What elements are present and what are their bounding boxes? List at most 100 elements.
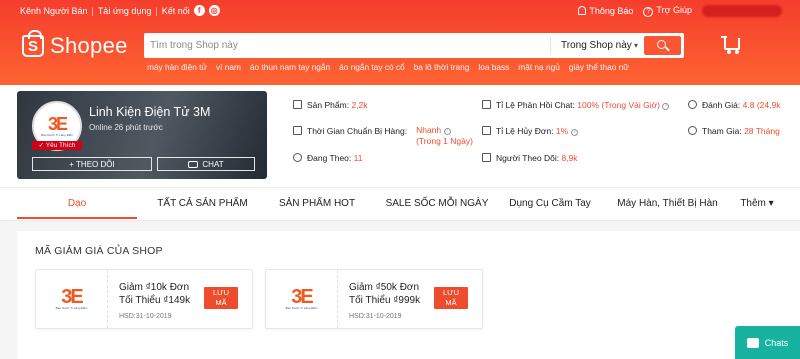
shopping-bag-icon: S — [22, 30, 44, 57]
search-button[interactable] — [644, 36, 681, 55]
save-voucher-label: MÃ — [215, 298, 227, 307]
voucher-expiry: HSD:31-10-2019 — [119, 313, 172, 320]
info-icon[interactable]: ? — [443, 128, 451, 135]
favorite-badge: ✓ Yêu Thích — [32, 141, 82, 150]
chats-widget[interactable]: Chats — [735, 326, 800, 359]
chat-label: CHAT — [202, 159, 224, 169]
info-icon[interactable]: ? — [570, 129, 578, 136]
voucher-minimum: Tối Thiểu ₫149k — [119, 295, 191, 306]
save-voucher-button[interactable]: LƯU MÃ — [204, 287, 238, 309]
stat-value: 100% (Trong Vài Giờ) — [577, 100, 661, 110]
help-link[interactable]: ? Trợ Giúp — [643, 5, 692, 17]
shopee-logo[interactable]: S Shopee — [22, 30, 128, 59]
stat-rating: Đánh Giá: 4.8 (24,9k — [688, 100, 780, 110]
keyword-link[interactable]: loa bass — [478, 62, 509, 72]
instagram-icon[interactable]: ◎ — [208, 5, 220, 16]
follow-label: + THEO DÕI — [69, 159, 115, 169]
shop-info: 3E Bao Nước Tì Lăng Điền ✓ Yêu Thích Lin… — [0, 85, 800, 187]
voucher-discount: Giảm ₫50k Đơn — [349, 282, 420, 293]
help-label: Trợ Giúp — [656, 5, 692, 15]
separator: | — [91, 5, 94, 16]
keyword-link[interactable]: ba lô thời trang — [414, 62, 470, 72]
info-icon[interactable]: ? — [662, 103, 670, 110]
voucher-section: MÃ GIẢM GIÁ CỦA SHOP 3E Bao Nước Tì Lăng… — [17, 231, 800, 359]
stat-value: 2,2k — [351, 100, 368, 110]
stat-products: Sản Phẩm: 2,2k — [293, 100, 368, 110]
voucher-logo: 3E Bao Nước Tì Lăng Điền — [36, 270, 108, 328]
save-voucher-label: MÃ — [445, 298, 457, 307]
shop-logo-subtext: Bao Nước Tì Lăng Điền — [41, 132, 73, 137]
top-bar: Kênh Người Bán | Tải ứng dụng | Kết nối … — [0, 0, 800, 22]
keyword-link[interactable]: mặt nạ ngủ — [518, 62, 560, 72]
notifications-link[interactable]: Thông Báo — [578, 6, 633, 16]
logo-text: Shopee — [50, 33, 128, 58]
keyword-link[interactable]: máy hàn điện tử — [147, 62, 207, 72]
stat-label: Thời Gian Chuẩn Bị Hàng: — [307, 126, 408, 136]
search-scope-label: Trong Shop này — [561, 40, 632, 51]
facebook-icon[interactable]: f — [193, 5, 205, 16]
chat-icon — [482, 100, 491, 109]
follow-button[interactable]: + THEO DÕI — [32, 157, 152, 171]
chats-label: Chats — [764, 337, 789, 348]
tab-more[interactable]: Thêm ▾ — [732, 188, 782, 219]
connect-label: Kết nối — [161, 5, 190, 16]
shop-nav: Dạo TẤT CẢ SẢN PHẨM SẢN PHẨM HOT SALE SỐ… — [0, 187, 800, 220]
save-voucher-button[interactable]: LƯU MÃ — [434, 287, 468, 309]
tab-welding[interactable]: Máy Hàn, Thiết Bị Hàn — [605, 188, 730, 219]
stat-value: 8,9k — [561, 153, 578, 163]
download-app-link[interactable]: Tải ứng dụng — [98, 6, 152, 16]
keyword-link[interactable]: áo thun nam tay ngắn — [250, 62, 330, 72]
tab-daily-sale[interactable]: SALE SỐC MỖI NGÀY — [372, 188, 502, 219]
followers-icon — [482, 153, 491, 162]
chevron-down-icon: ▾ — [633, 41, 638, 50]
voucher-text: Giảm ₫10k Đơn Tối Thiểu ₫149k — [119, 281, 214, 307]
tab-hand-tools[interactable]: Dụng Cụ Cầm Tay — [500, 188, 600, 219]
search-scope-select[interactable]: Trong Shop này ▾ — [550, 37, 644, 54]
seller-center-link[interactable]: Kênh Người Bán — [20, 6, 87, 16]
stat-label: Sản Phẩm: — [307, 100, 350, 110]
voucher-text: Giảm ₫50k Đơn Tối Thiểu ₫999k — [349, 281, 444, 307]
shop-name: Linh Kiện Điện Tử 3M — [89, 105, 211, 119]
shop-logo-subtext: Bao Nước Tì Lăng Điền — [55, 305, 88, 310]
stat-cancel-rate: Tỉ Lệ Hủy Đơn: 1% ? — [482, 126, 578, 136]
keyword-link[interactable]: ví nam — [216, 62, 241, 72]
chat-icon — [188, 160, 199, 168]
save-voucher-label: LƯU — [443, 288, 459, 297]
stat-label: Đang Theo: — [307, 153, 352, 163]
stat-label: Tham Gia: — [702, 126, 742, 136]
save-voucher-label: LƯU — [213, 288, 229, 297]
search-icon — [657, 40, 666, 49]
cart-icon[interactable] — [721, 36, 740, 54]
stat-value: Nhanh — [416, 125, 442, 135]
keyword-link[interactable]: áo ngắn tay có cổ — [339, 62, 405, 72]
user-icon — [293, 153, 302, 162]
voucher-minimum: Tối Thiểu ₫999k — [349, 295, 421, 306]
chat-bubble-icon — [746, 337, 759, 348]
chat-button[interactable]: CHAT — [157, 157, 255, 171]
stat-value: 28 Tháng — [744, 126, 780, 136]
keyword-link[interactable]: giày thể thao nữ — [569, 62, 629, 72]
search-keywords: máy hàn điện tử ví nam áo thun nam tay n… — [147, 62, 629, 72]
stat-prep-time: Thời Gian Chuẩn Bị Hàng: Nhanh ? (Trong 1… — [293, 125, 473, 147]
stat-value: 1% — [555, 126, 569, 136]
stat-label: Đánh Giá: — [702, 100, 741, 110]
shop-logo-mark: 3E — [47, 113, 68, 134]
star-icon — [688, 100, 697, 109]
store-icon — [293, 100, 302, 109]
tab-all-products[interactable]: TẤT CẢ SẢN PHẨM — [140, 188, 265, 219]
header: Kênh Người Bán | Tải ứng dụng | Kết nối … — [0, 0, 800, 85]
stat-label: Tỉ Lệ Phản Hồi Chat: — [496, 100, 575, 110]
voucher-card: 3E Bao Nước Tì Lăng Điền Giảm ₫50k Đơn T… — [265, 269, 483, 329]
voucher-logo: 3E Bao Nước Tì Lăng Điền — [266, 270, 338, 328]
user-plus-icon — [688, 126, 697, 135]
stat-value: 11 — [353, 153, 363, 163]
voucher-discount: Giảm ₫10k Đơn — [119, 282, 190, 293]
shop-logo-subtext: Bao Nước Tì Lăng Điền — [285, 305, 318, 310]
separator: | — [155, 5, 158, 16]
search-bar: Trong Shop này ▾ — [144, 33, 684, 58]
cancel-icon — [482, 126, 491, 135]
search-input[interactable] — [150, 37, 540, 54]
tab-hot-products[interactable]: SẢN PHẨM HOT — [262, 188, 372, 219]
account-menu[interactable] — [702, 5, 782, 17]
tab-home[interactable]: Dạo — [17, 188, 137, 219]
